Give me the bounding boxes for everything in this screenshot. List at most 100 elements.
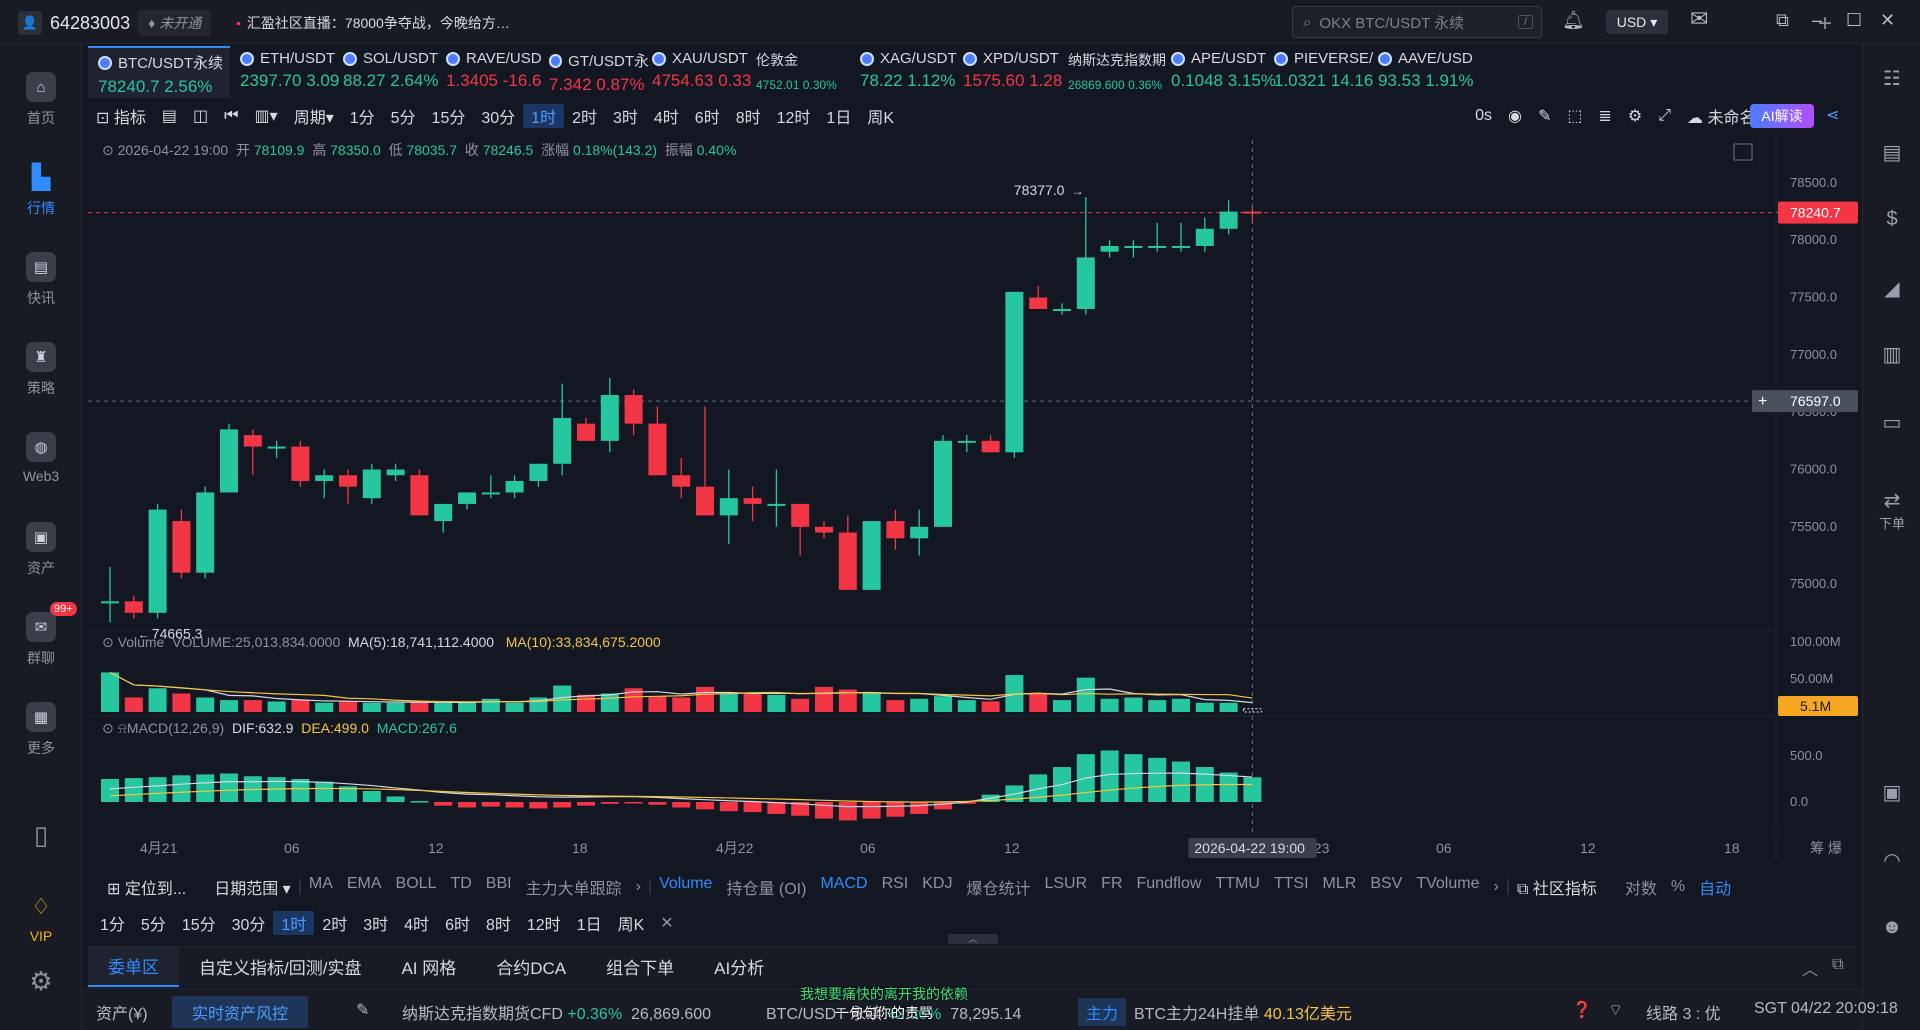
macd-histogram-bar [291,779,310,802]
mainforce-orders[interactable]: BTC主力24H挂单 40.13亿美元 [1134,1000,1352,1024]
sub-indicator-option[interactable]: BSV [1363,875,1409,899]
quick-interval-option[interactable]: 1分 [92,911,133,935]
date-range-dropdown[interactable]: 日期范围 ▾ [207,875,298,899]
help-icon[interactable]: ❓ [1572,1000,1592,1020]
candle-body [410,475,429,516]
main-indicator-option[interactable]: EMA [340,875,389,899]
quick-interval-option[interactable]: 4时 [396,911,437,935]
main-indicator-option[interactable]: MA [302,875,340,899]
chart-expand-icon [1733,143,1753,161]
log-scale-toggle[interactable]: 对数 [1618,875,1664,899]
volume-bar [1148,700,1167,712]
macd-axis-label: 0.0 [1790,794,1808,809]
volume-bar [220,700,238,712]
sub-indicator-option[interactable]: TVolume [1409,875,1486,899]
risk-control-button[interactable]: 实时资产风控 [172,996,309,1028]
candle-body [910,526,929,539]
sub-indicator-option[interactable]: RSI [875,875,916,899]
percent-scale-toggle[interactable]: % [1664,878,1692,896]
candle-body [886,521,905,539]
volume-bar [934,696,952,712]
sub-indicator-option[interactable]: Volume [652,875,719,899]
sub-indicator-option[interactable]: 爆仓统计 [959,875,1037,899]
time-axis-label: 4月21 [140,840,178,856]
sub-indicator-option[interactable]: KDJ [915,875,959,899]
candle-body [339,475,357,487]
calendar-icon: ⊞ [107,881,125,898]
auto-scale-toggle[interactable]: 自动 [1692,875,1738,899]
macd-histogram-bar [220,773,238,802]
low-price-marker: 74665.3 [152,626,203,642]
quick-interval-option[interactable]: 30分 [224,911,274,935]
quick-interval-option[interactable]: 3时 [355,911,396,935]
community-indicator-button[interactable]: ⧉ 社区指标 [1510,875,1604,899]
panel-tab[interactable]: AI分析 [694,947,784,987]
candle-body [672,475,691,487]
macd-histogram-bar [386,796,405,802]
panel-drag-handle[interactable]: ︿ [948,934,998,944]
time-axis-label: 18 [1724,840,1740,856]
macd-histogram-bar [1172,761,1190,802]
macd-histogram-bar [529,802,548,809]
macd-histogram-bar [624,802,643,804]
macd-histogram-bar [1243,777,1262,802]
macd-histogram-bar [434,802,453,806]
quick-interval-option[interactable]: 12时 [519,911,569,935]
candle-body [862,521,881,590]
quick-interval-option[interactable]: 周K [610,911,653,935]
macd-histogram-bar [172,775,191,802]
assets-label[interactable]: 资产(¥) [96,1000,148,1024]
sub-indicator-option[interactable]: MACD [813,875,874,899]
candle-body [1219,211,1238,229]
macd-histogram-bar [124,778,143,802]
sub-indicator-option[interactable]: Fundflow [1130,875,1209,899]
main-indicator-option[interactable]: BOLL [389,875,444,899]
quick-interval-option[interactable]: 6时 [437,911,478,935]
candle-body [101,601,119,604]
macd-histogram-bar [838,802,857,821]
chevron-right-icon[interactable]: › [1486,878,1505,896]
quick-interval-option[interactable]: 8时 [478,911,519,935]
sub-indicator-option[interactable]: TTMU [1208,875,1266,899]
macd-histogram-bar [767,802,786,814]
quick-interval-option[interactable]: 5分 [133,911,174,935]
network-line[interactable]: 线路 3 : 优 [1646,1000,1721,1024]
volume-bar [148,688,167,712]
price-tick-label: 77000.0 [1790,347,1837,362]
edit-icon[interactable]: ✎ [356,1000,369,1020]
locate-button[interactable]: ⊞ 定位到... [100,875,193,899]
main-indicator-option[interactable]: 主力大单跟踪 [519,875,629,899]
quick-interval-option[interactable]: 1日 [569,911,610,935]
sub-indicator-option[interactable]: TTSI [1267,875,1316,899]
candle-body [624,395,643,424]
sub-indicator-option[interactable]: FR [1094,875,1129,899]
main-indicator-option[interactable]: BBI [479,875,519,899]
popout-icon[interactable]: ⧉ [1832,956,1843,974]
macd-histogram-bar [672,802,691,808]
macd-histogram-bar [648,802,667,805]
collapse-panel-icon[interactable]: ︿ [1802,956,1818,980]
panel-tab[interactable]: 自定义指标/回测/实盘 [179,947,381,987]
panel-tab[interactable]: 委单区 [88,946,179,987]
candle-body [648,423,667,476]
ticker-nasdaq[interactable]: 纳斯达克指数期货CFD +0.36% 26,869.600 [402,1000,711,1024]
volume-current-label: 5.1M [1800,698,1831,714]
close-interval-bar-icon[interactable]: ✕ [652,913,681,933]
candle-body [600,395,619,441]
quick-interval-option[interactable]: 2时 [314,911,355,935]
volume-bar [767,694,786,712]
quick-interval-option[interactable]: 15分 [174,911,224,935]
sub-indicator-option[interactable]: LSUR [1037,875,1094,899]
panel-tab[interactable]: AI 网格 [381,947,476,987]
sub-indicator-option[interactable]: MLR [1316,875,1364,899]
volume-bar [981,701,1000,712]
macd-histogram-bar [1219,772,1238,802]
macd-histogram-bar [410,801,429,803]
quick-interval-option[interactable]: 1时 [273,911,315,935]
panel-tab[interactable]: 组合下单 [586,947,694,987]
main-indicator-option[interactable]: TD [443,875,478,899]
sub-indicator-option[interactable]: 持仓量 (OI) [719,875,813,899]
panel-tab[interactable]: 合约DCA [476,947,586,987]
volume-bar [696,686,714,712]
chevron-right-icon[interactable]: › [629,878,648,896]
